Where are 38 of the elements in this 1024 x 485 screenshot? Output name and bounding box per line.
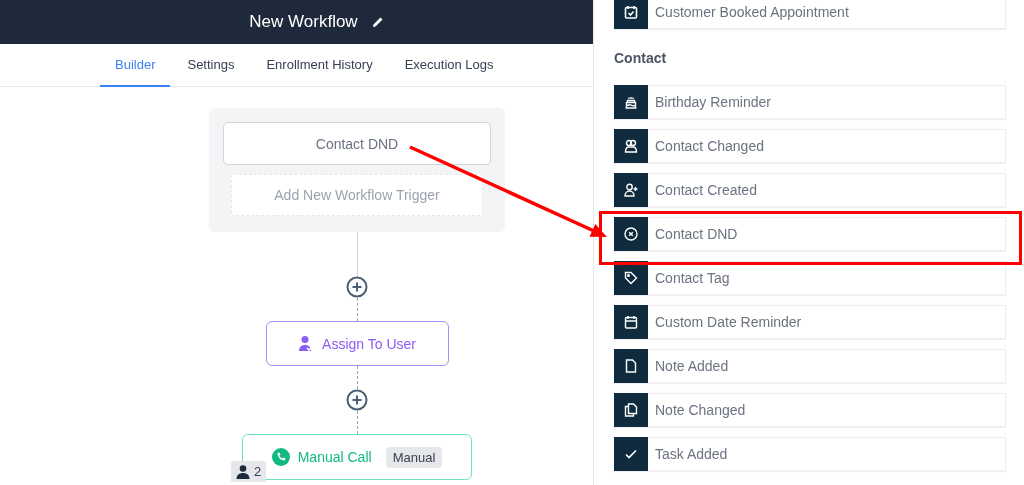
trigger-card[interactable]: Contact DND bbox=[223, 122, 491, 165]
workflow-title: New Workflow bbox=[249, 12, 358, 32]
document-icon bbox=[624, 359, 638, 373]
tab[interactable]: Enrollment History bbox=[251, 44, 388, 87]
calendar-icon bbox=[624, 315, 638, 329]
tab[interactable]: Execution Logs bbox=[389, 44, 509, 87]
phone-icon bbox=[271, 448, 290, 466]
trigger-option[interactable]: Contact Tag bbox=[614, 261, 1006, 295]
trigger-option[interactable]: Birthday Reminder bbox=[614, 85, 1006, 119]
trigger-option[interactable]: Contact DND bbox=[614, 217, 1006, 251]
tab[interactable]: Builder bbox=[100, 44, 171, 87]
trigger-option[interactable]: Custom Date Reminder bbox=[614, 305, 1006, 339]
edit-icon[interactable] bbox=[371, 16, 384, 28]
tab[interactable]: Settings bbox=[172, 44, 250, 87]
tag-icon bbox=[624, 271, 638, 285]
section-heading: Contact bbox=[614, 50, 668, 66]
calendar-check-icon bbox=[624, 5, 638, 19]
cake-icon bbox=[624, 95, 638, 109]
trigger-option[interactable]: Contact Created bbox=[614, 173, 1006, 207]
step-label: Assign To User bbox=[322, 335, 416, 352]
manual-tag: Manual bbox=[385, 446, 443, 468]
x-circle-icon bbox=[624, 227, 638, 241]
add-trigger-button[interactable]: Add New Workflow Trigger bbox=[231, 174, 483, 216]
trigger-option[interactable]: Note Changed bbox=[614, 393, 1006, 427]
add-step-icon[interactable] bbox=[346, 389, 368, 411]
step-label: Manual Call bbox=[297, 449, 372, 465]
check-icon bbox=[624, 447, 638, 461]
count-text: 2 bbox=[254, 464, 262, 479]
assign-step-card[interactable]: Assign To User bbox=[265, 321, 449, 366]
add-step-icon[interactable] bbox=[346, 276, 368, 298]
trigger-option[interactable]: Contact Changed bbox=[614, 129, 1006, 163]
user-plus-icon bbox=[624, 183, 638, 197]
copy-icon bbox=[624, 403, 638, 417]
person-icon bbox=[236, 464, 250, 479]
trigger-option[interactable]: Task Added bbox=[614, 437, 1006, 471]
trigger-option[interactable]: Customer Booked Appointment bbox=[614, 0, 1006, 29]
users-icon bbox=[624, 139, 638, 153]
trigger-option[interactable]: Note Added bbox=[614, 349, 1006, 383]
